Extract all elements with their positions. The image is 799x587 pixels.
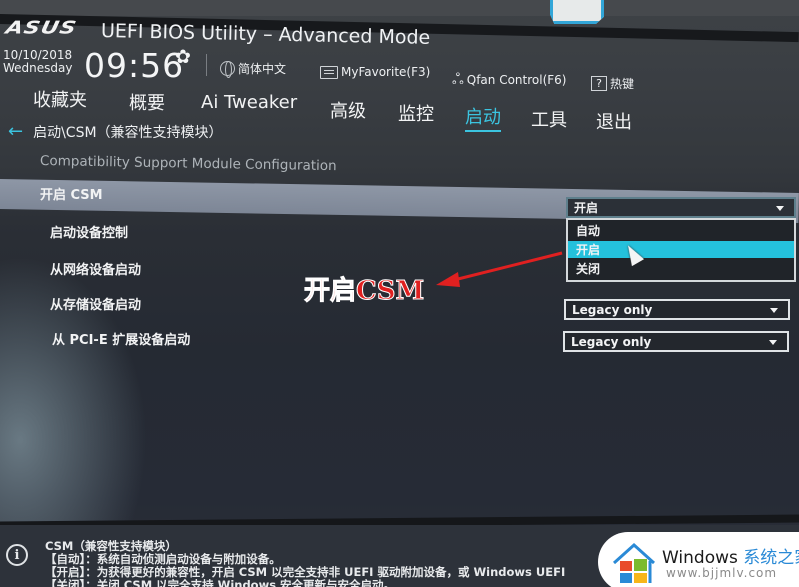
- boot-from-pcie-value: Legacy only: [571, 334, 652, 349]
- logo-blue: [620, 573, 632, 583]
- tab-ai-tweaker[interactable]: Ai Tweaker: [201, 92, 297, 113]
- watermark-brand-cn: 系统之家: [743, 548, 799, 568]
- breadcrumb-path: 启动\CSM（兼容性支持模块）: [33, 124, 223, 141]
- annotation-label: 开启CSM: [303, 276, 425, 307]
- asus-logo: ASUS: [3, 18, 79, 39]
- tab-tool[interactable]: 工具: [531, 106, 567, 132]
- date-display: 10/10/2018 Wednesday: [3, 49, 72, 75]
- watermark-brand: Windows 系统之家: [662, 543, 799, 568]
- tab-overview[interactable]: 概要: [129, 89, 165, 115]
- weekday-text: Wednesday: [3, 61, 73, 75]
- tab-favorites[interactable]: 收藏夹: [33, 86, 87, 112]
- sticker: [550, 0, 604, 24]
- setting-boot-from-pcie[interactable]: 从 PCI-E 扩展设备启动: [52, 329, 190, 348]
- chevron-down-icon: [769, 340, 777, 345]
- launch-csm-dropdown: 自动 开启 关闭: [566, 218, 796, 282]
- setting-boot-device-control[interactable]: 启动设备控制: [50, 222, 128, 241]
- tab-boot[interactable]: 启动: [465, 103, 501, 132]
- monitor-bezel: [0, 0, 799, 16]
- setting-boot-from-storage[interactable]: 从存储设备启动: [50, 294, 141, 313]
- back-arrow-icon[interactable]: ←: [8, 121, 23, 142]
- favorite-icon: [320, 65, 338, 79]
- tab-exit[interactable]: 退出: [596, 108, 632, 134]
- tab-advanced[interactable]: 高级: [330, 97, 366, 123]
- arrow-head: [436, 272, 460, 287]
- language-label: 简体中文: [238, 62, 287, 76]
- dropdown-option-auto[interactable]: 自动: [568, 222, 794, 239]
- chevron-down-icon: [776, 206, 784, 211]
- gear-icon[interactable]: ✿: [175, 46, 191, 68]
- windows-house-logo-icon: [612, 542, 656, 583]
- watermark-url: www.bjjmlv.com: [666, 566, 778, 580]
- language-button[interactable]: 简体中文: [220, 60, 287, 78]
- main-tabs: 收藏夹 概要 Ai Tweaker 高级 监控 启动 工具 退出: [0, 86, 799, 133]
- logo-yellow: [634, 573, 647, 583]
- globe-icon: [220, 61, 235, 78]
- arrow-shaft: [449, 251, 563, 283]
- dropdown-option-enabled[interactable]: 开启: [568, 241, 794, 258]
- annotation-arrow-icon: [436, 251, 563, 287]
- toolbar-divider: [206, 54, 207, 76]
- tab-monitor[interactable]: 监控: [398, 100, 434, 126]
- boot-from-storage-select[interactable]: Legacy only: [564, 299, 790, 320]
- myfavorite-label: MyFavorite(F3): [341, 65, 431, 79]
- setting-launch-csm[interactable]: 开启 CSM: [40, 184, 103, 203]
- dropdown-option-disabled[interactable]: 关闭: [568, 260, 794, 277]
- info-icon: i: [6, 544, 28, 566]
- boot-from-storage-value: Legacy only: [572, 302, 653, 317]
- qfan-label: Qfan Control(F6): [466, 73, 567, 87]
- launch-csm-value: 开启: [574, 201, 599, 215]
- logo-green: [634, 559, 647, 571]
- setting-boot-from-network[interactable]: 从网络设备启动: [50, 259, 141, 278]
- logo-red: [620, 561, 632, 571]
- chevron-down-icon: [770, 308, 778, 313]
- breadcrumb: ← 启动\CSM（兼容性支持模块）: [8, 121, 223, 142]
- help-line-disabled: 【关闭】：关闭 CSM 以完全支持 Windows 安全更新与安全启动。: [45, 578, 396, 587]
- myfavorite-button[interactable]: MyFavorite(F3): [320, 65, 430, 79]
- watermark-brand-en: Windows: [662, 548, 738, 568]
- clock: 09:56: [84, 46, 185, 85]
- boot-from-pcie-select[interactable]: Legacy only: [563, 331, 789, 352]
- launch-csm-select[interactable]: 开启: [566, 197, 796, 218]
